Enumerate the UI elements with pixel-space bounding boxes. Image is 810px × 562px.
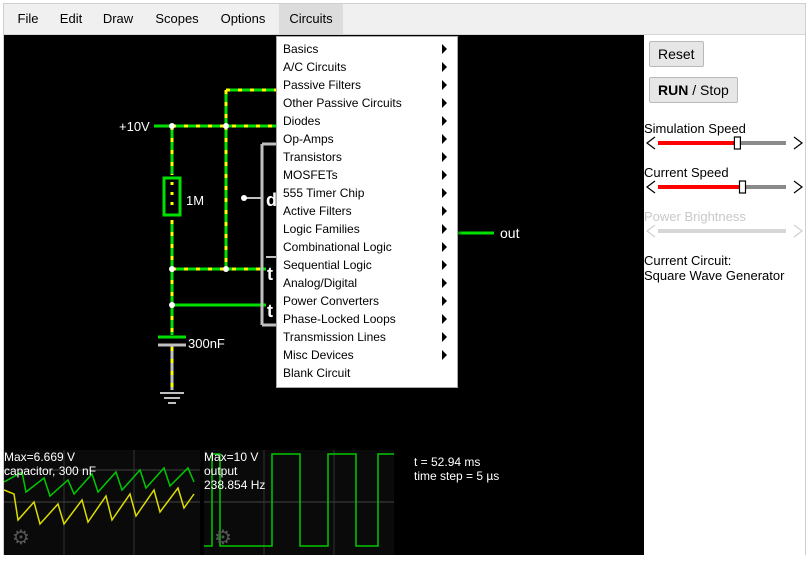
voltage-label: +10V: [119, 119, 150, 134]
wire-middle-horizontal[interactable]: [172, 267, 266, 307]
capacitor-label: 300nF: [188, 336, 225, 351]
capacitor-300nf[interactable]: [158, 335, 186, 390]
submenu-arrow-icon: [442, 44, 447, 54]
circuits-menu-item[interactable]: Analog/Digital: [283, 274, 453, 292]
simulation-speed-label: Simulation Speed: [644, 121, 746, 136]
circuits-menu-item[interactable]: A/C Circuits: [283, 58, 453, 76]
wire-upper-loop[interactable]: [224, 88, 280, 269]
scope2-label: output: [204, 464, 238, 478]
run-stop-button[interactable]: RUN / Stop: [649, 77, 738, 103]
stop-label: / Stop: [688, 82, 729, 98]
circuits-menu-item[interactable]: Op-Amps: [283, 130, 453, 148]
circuits-menu-item[interactable]: MOSFETs: [283, 166, 453, 184]
junction-dot: [223, 123, 229, 129]
circuits-menu-item[interactable]: Active Filters: [283, 202, 453, 220]
submenu-arrow-icon: [442, 332, 447, 342]
sim-time: t = 52.94 ms: [414, 455, 481, 469]
submenu-arrow-icon: [442, 224, 447, 234]
current-circuit-label: Current Circuit:: [644, 253, 732, 268]
menu-options[interactable]: Options: [212, 4, 274, 34]
menu-scopes[interactable]: Scopes: [148, 4, 206, 34]
circuits-menu-item[interactable]: Transmission Lines: [283, 328, 453, 346]
scope2-frequency: 238.854 Hz: [204, 478, 266, 492]
circuits-menu-item[interactable]: Power Converters: [283, 292, 453, 310]
scope2-gear-icon[interactable]: ⚙: [214, 527, 232, 549]
junction-dot: [169, 123, 175, 129]
timer-chip[interactable]: d t t: [241, 142, 280, 327]
chip-pin-t2-label: t: [267, 301, 273, 321]
current-speed-slider[interactable]: [644, 179, 805, 195]
current-speed-label: Current Speed: [644, 165, 729, 180]
submenu-arrow-icon: [442, 116, 447, 126]
submenu-arrow-icon: [442, 242, 447, 252]
circuits-menu-item[interactable]: Logic Families: [283, 220, 453, 238]
circuits-dropdown-menu: Basics A/C Circuits Passive Filters Othe…: [276, 36, 458, 388]
submenu-arrow-icon: [442, 260, 447, 270]
time-step: time step = 5 µs: [414, 469, 500, 483]
current-circuit-name: Square Wave Generator: [644, 268, 785, 283]
submenu-arrow-icon: [442, 278, 447, 288]
submenu-arrow-icon: [442, 314, 447, 324]
submenu-arrow-icon: [442, 98, 447, 108]
submenu-arrow-icon: [442, 350, 447, 360]
menu-edit[interactable]: Edit: [52, 4, 90, 34]
submenu-arrow-icon: [442, 152, 447, 162]
chip-pin-t1-label: t: [267, 264, 273, 284]
circuits-menu-item[interactable]: Transistors: [283, 148, 453, 166]
submenu-arrow-icon: [442, 206, 447, 216]
junction-dot: [169, 266, 175, 272]
submenu-arrow-icon: [442, 80, 447, 90]
scope2-max: Max=10 V: [204, 450, 259, 464]
circuits-menu-item[interactable]: Sequential Logic: [283, 256, 453, 274]
menu-file[interactable]: File: [10, 4, 46, 34]
circuits-menu-item[interactable]: 555 Timer Chip: [283, 184, 453, 202]
menu-bar: File Edit Draw Scopes Options Circuits: [4, 4, 805, 35]
submenu-arrow-icon: [442, 188, 447, 198]
resistor-label: 1M: [186, 193, 204, 208]
circuits-menu-item[interactable]: Diodes: [283, 112, 453, 130]
circuits-menu-item[interactable]: Passive Filters: [283, 76, 453, 94]
ground-symbol: [160, 392, 184, 404]
circuits-menu-item[interactable]: Misc Devices: [283, 346, 453, 364]
junction-dot: [169, 302, 175, 308]
menu-draw[interactable]: Draw: [96, 4, 140, 34]
scope-traces[interactable]: ⚙ ⚙: [4, 450, 644, 555]
power-brightness-label: Power Brightness: [644, 209, 746, 224]
run-label: RUN: [658, 82, 689, 98]
junction-dot: [223, 266, 229, 272]
scope1-max: Max=6.669 V: [4, 450, 76, 464]
submenu-arrow-icon: [442, 170, 447, 180]
circuits-menu-item[interactable]: Phase-Locked Loops: [283, 310, 453, 328]
scope1-gear-icon[interactable]: ⚙: [12, 527, 30, 549]
circuits-menu-item-blank[interactable]: Blank Circuit: [283, 364, 453, 382]
side-panel: Reset RUN / Stop Simulation Speed Curren…: [644, 35, 805, 555]
circuits-menu-item[interactable]: Other Passive Circuits: [283, 94, 453, 112]
output-label: out: [500, 225, 520, 241]
submenu-arrow-icon: [442, 134, 447, 144]
submenu-arrow-icon: [442, 62, 447, 72]
menu-circuits[interactable]: Circuits: [279, 4, 343, 34]
scope-panel[interactable]: ⚙ ⚙ Max=6.669 V capacitor, 300 nF Max=10…: [4, 450, 644, 555]
circuits-menu-item[interactable]: Combinational Logic: [283, 238, 453, 256]
scope1-label: capacitor, 300 nF: [4, 464, 97, 478]
power-brightness-slider: [646, 224, 803, 238]
reset-button[interactable]: Reset: [649, 41, 704, 67]
submenu-arrow-icon: [442, 296, 447, 306]
circuits-menu-item[interactable]: Basics: [283, 40, 453, 58]
simulation-speed-slider[interactable]: [644, 135, 805, 151]
